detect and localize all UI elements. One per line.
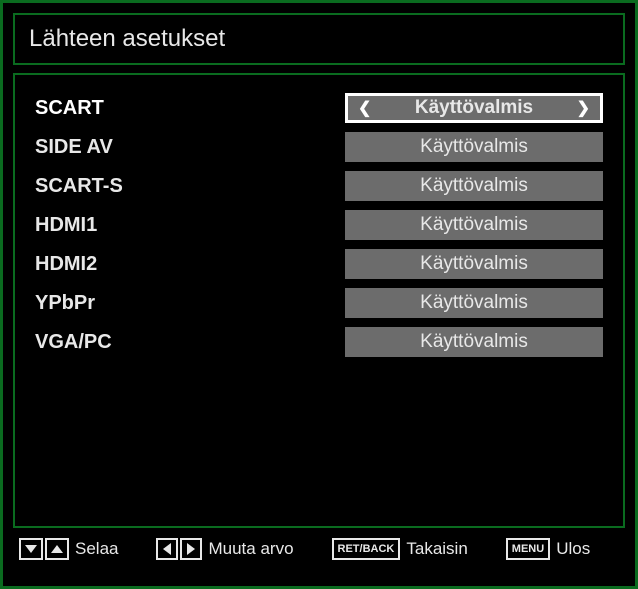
source-value-text: Käyttövalmis — [420, 136, 528, 158]
updown-keys-icon — [19, 538, 69, 560]
settings-panel: SCART ❮ Käyttövalmis ❯ SIDE AV Käyttöval… — [13, 73, 625, 528]
source-row-sideav[interactable]: SIDE AV Käyttövalmis — [35, 130, 603, 164]
menu-key-icon: MENU — [506, 538, 550, 560]
hint-back: RET/BACK Takaisin — [332, 538, 468, 560]
source-label: YPbPr — [35, 292, 345, 315]
title-bar: Lähteen asetukset — [13, 13, 625, 65]
source-value-text: Käyttövalmis — [420, 331, 528, 353]
source-value-selector[interactable]: Käyttövalmis — [345, 288, 603, 318]
hint-change-label: Muuta arvo — [208, 539, 293, 559]
source-row-hdmi1[interactable]: HDMI1 Käyttövalmis — [35, 208, 603, 242]
source-row-vgapc[interactable]: VGA/PC Käyttövalmis — [35, 325, 603, 359]
menu-frame: Lähteen asetukset SCART ❮ Käyttövalmis ❯… — [0, 0, 638, 589]
source-value-text: Käyttövalmis — [415, 97, 533, 119]
chevron-right-icon[interactable]: ❯ — [577, 98, 590, 118]
footer-hints: Selaa Muuta arvo RET/BACK Takaisin MENU … — [13, 538, 625, 560]
hint-exit: MENU Ulos — [506, 538, 590, 560]
source-value-selector[interactable]: Käyttövalmis — [345, 132, 603, 162]
source-row-scarts[interactable]: SCART-S Käyttövalmis — [35, 169, 603, 203]
source-label: SCART — [35, 97, 345, 120]
leftright-keys-icon — [156, 538, 202, 560]
source-value-text: Käyttövalmis — [420, 253, 528, 275]
source-label: VGA/PC — [35, 331, 345, 354]
retback-key-icon: RET/BACK — [332, 538, 401, 560]
source-value-selector[interactable]: Käyttövalmis — [345, 327, 603, 357]
source-value-text: Käyttövalmis — [420, 292, 528, 314]
page-title: Lähteen asetukset — [29, 25, 609, 53]
source-value-selector[interactable]: ❮ Käyttövalmis ❯ — [345, 93, 603, 123]
source-label: SIDE AV — [35, 136, 345, 159]
hint-change: Muuta arvo — [156, 538, 293, 560]
source-value-selector[interactable]: Käyttövalmis — [345, 210, 603, 240]
source-value-text: Käyttövalmis — [420, 175, 528, 197]
hint-scroll: Selaa — [19, 538, 118, 560]
source-row-scart[interactable]: SCART ❮ Käyttövalmis ❯ — [35, 91, 603, 125]
hint-scroll-label: Selaa — [75, 539, 118, 559]
source-value-selector[interactable]: Käyttövalmis — [345, 171, 603, 201]
source-label: SCART-S — [35, 175, 345, 198]
source-value-text: Käyttövalmis — [420, 214, 528, 236]
chevron-left-icon[interactable]: ❮ — [358, 98, 371, 118]
source-row-hdmi2[interactable]: HDMI2 Käyttövalmis — [35, 247, 603, 281]
source-row-ypbpr[interactable]: YPbPr Käyttövalmis — [35, 286, 603, 320]
source-value-selector[interactable]: Käyttövalmis — [345, 249, 603, 279]
source-label: HDMI1 — [35, 214, 345, 237]
source-label: HDMI2 — [35, 253, 345, 276]
hint-exit-label: Ulos — [556, 539, 590, 559]
hint-back-label: Takaisin — [406, 539, 467, 559]
